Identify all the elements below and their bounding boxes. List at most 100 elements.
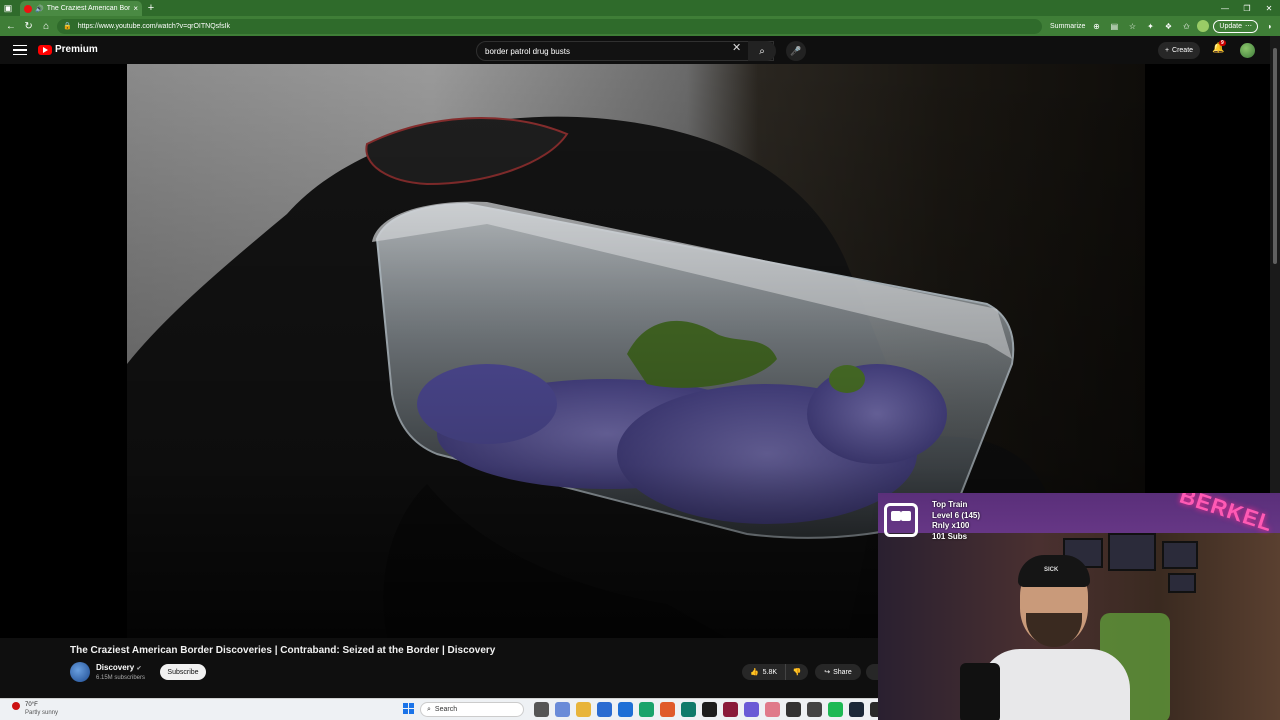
plus-icon: + xyxy=(1164,47,1170,54)
youtube-header: Premium border patrol drug busts ✕ ⌕ 🎤 +… xyxy=(0,36,1270,64)
puzzle-icon[interactable]: ✦ xyxy=(1143,19,1157,33)
taskbar-search-placeholder: Search xyxy=(434,706,458,713)
channel-name[interactable]: Discovery ✔ xyxy=(96,663,142,672)
tab-actions-icon[interactable]: ▣ xyxy=(0,0,16,16)
firefox-icon[interactable] xyxy=(660,702,675,717)
app-icon-2[interactable] xyxy=(702,702,717,717)
video-title: The Craziest American Border Discoveries… xyxy=(70,645,496,656)
wall-frame xyxy=(1162,541,1198,569)
refresh-icon[interactable]: ↻ xyxy=(22,18,36,34)
update-label: Update xyxy=(1219,22,1242,30)
dislike-button[interactable]: 👎 xyxy=(786,668,808,676)
discord-icon[interactable] xyxy=(744,702,759,717)
wall-frame xyxy=(1168,573,1196,593)
webcam-overlay: BERKEL SICK Top Train Level 6 (145) Rnly… xyxy=(878,493,1280,720)
tab-close-icon[interactable]: × xyxy=(133,4,138,13)
outlook-icon[interactable] xyxy=(618,702,633,717)
youtube-play-icon xyxy=(38,44,52,55)
scroll-thumb[interactable] xyxy=(1273,48,1277,264)
hamburger-menu-icon[interactable] xyxy=(13,42,27,58)
youtube-favicon-icon xyxy=(24,4,32,13)
account-avatar[interactable] xyxy=(1240,43,1255,58)
app-icon-5[interactable] xyxy=(786,702,801,717)
reader-icon[interactable]: ▤ xyxy=(1107,19,1121,33)
logo-text: Premium xyxy=(55,44,98,55)
window-controls: — ❐ ✕ xyxy=(1214,0,1280,16)
more-actions-button[interactable] xyxy=(866,664,878,680)
share-arrow-icon: ↪ xyxy=(824,669,831,676)
thumbs-up-icon: 👍 xyxy=(749,669,759,676)
lock-icon[interactable]: 🔒 xyxy=(63,22,72,30)
address-bar[interactable]: 🔒 https://www.youtube.com/watch?v=qrOITN… xyxy=(57,18,1043,34)
notification-count: 9 xyxy=(1219,40,1226,46)
new-tab-button[interactable]: + xyxy=(144,0,158,16)
browser-tab-bar: ▣ 🔊 The Craziest American Border × + — ❐… xyxy=(0,0,1280,16)
train-level: Level 6 (145) xyxy=(932,510,981,520)
summarize-button[interactable]: Summarize xyxy=(1050,23,1085,30)
more-icon: ⋯ xyxy=(1245,23,1252,30)
browser-tools: Summarize ⊕ ▤ ☆ ✦ ❖ ✩ Update ⋯ ◑ xyxy=(1046,19,1276,33)
back-icon[interactable]: ← xyxy=(4,18,18,34)
weather-widget[interactable]: 70°F Partly sunny xyxy=(12,701,58,717)
train-subs: 101 Subs xyxy=(932,531,968,541)
address-toolbar: ← ↻ ⌂ 🔒 https://www.youtube.com/watch?v=… xyxy=(0,16,1280,36)
collections-icon[interactable]: ❖ xyxy=(1161,19,1175,33)
streamer-shirt xyxy=(980,649,1130,720)
windows-taskbar: 70°F Partly sunny ⌕ Search xyxy=(0,698,885,720)
voice-search-icon[interactable]: 🎤 xyxy=(786,41,806,61)
speaker-icon[interactable]: 🔊 xyxy=(35,5,44,13)
search-input[interactable]: border patrol drug busts xyxy=(476,41,774,61)
like-count: 5.8K xyxy=(762,668,778,676)
subscriber-count: 6.15M subscribers xyxy=(96,675,146,681)
store-icon[interactable] xyxy=(597,702,612,717)
channel-avatar[interactable] xyxy=(70,662,90,682)
hype-train-info: Top Train Level 6 (145) Rnly x100 101 Su… xyxy=(932,500,980,542)
copilot-app-icon[interactable] xyxy=(555,702,570,717)
verified-icon: ✔ xyxy=(136,666,142,672)
like-button[interactable]: 👍 5.8K xyxy=(742,664,786,680)
streamer-cap: SICK xyxy=(1018,555,1090,587)
search-query: border patrol drug busts xyxy=(485,46,570,56)
maximize-icon[interactable]: ❐ xyxy=(1236,0,1258,16)
favorite-star-icon[interactable]: ☆ xyxy=(1125,19,1139,33)
update-button[interactable]: Update ⋯ xyxy=(1213,19,1258,33)
spotify-icon[interactable] xyxy=(828,702,843,717)
steam-icon[interactable] xyxy=(849,702,864,717)
share-button[interactable]: ↪ Share xyxy=(815,664,861,680)
youtube-logo[interactable]: Premium xyxy=(38,44,98,55)
streamer-beard xyxy=(1026,613,1082,647)
profile-icon[interactable] xyxy=(1197,20,1210,32)
home-icon[interactable]: ⌂ xyxy=(39,18,53,34)
subscribe-button[interactable]: Subscribe xyxy=(160,664,206,680)
terminal-icon[interactable] xyxy=(807,702,822,717)
copilot-icon[interactable]: ◑ xyxy=(1262,19,1276,33)
app-icon-1[interactable] xyxy=(681,702,696,717)
weather-condition: Partly sunny xyxy=(25,710,59,716)
file-explorer-icon[interactable] xyxy=(576,702,591,717)
extension-icon[interactable]: ⊕ xyxy=(1089,19,1103,33)
taskbar-apps xyxy=(534,702,885,717)
microphone xyxy=(960,663,1000,720)
streamer: SICK xyxy=(940,553,1170,720)
thumbs-down-icon: 👎 xyxy=(792,669,802,676)
favorites-icon[interactable]: ✩ xyxy=(1179,19,1193,33)
notifications-icon[interactable]: 🔔 9 xyxy=(1212,40,1226,54)
search-button[interactable]: ⌕ xyxy=(748,41,776,61)
train-icon xyxy=(882,498,920,542)
app-icon-4[interactable] xyxy=(765,702,780,717)
taskbar-search[interactable]: ⌕ Search xyxy=(420,702,524,717)
url-text: https://www.youtube.com/watch?v=qrOITNQs… xyxy=(77,22,231,30)
task-view-icon[interactable] xyxy=(534,702,549,717)
share-label: Share xyxy=(833,668,852,676)
create-button[interactable]: + Create xyxy=(1158,42,1200,59)
browser-tab[interactable]: 🔊 The Craziest American Border × xyxy=(20,1,142,16)
app-icon-3[interactable] xyxy=(723,702,738,717)
edge-icon[interactable] xyxy=(639,702,654,717)
screen: ▣ 🔊 The Craziest American Border × + — ❐… xyxy=(0,0,1280,720)
windows-start-icon[interactable] xyxy=(403,703,414,714)
tab-title: The Craziest American Border xyxy=(46,5,131,12)
close-window-icon[interactable]: ✕ xyxy=(1258,0,1280,16)
minimize-icon[interactable]: — xyxy=(1214,0,1236,16)
neon-sign: BERKEL xyxy=(1176,493,1276,537)
like-dislike-group: 👍 5.8K 👎 xyxy=(742,664,808,680)
